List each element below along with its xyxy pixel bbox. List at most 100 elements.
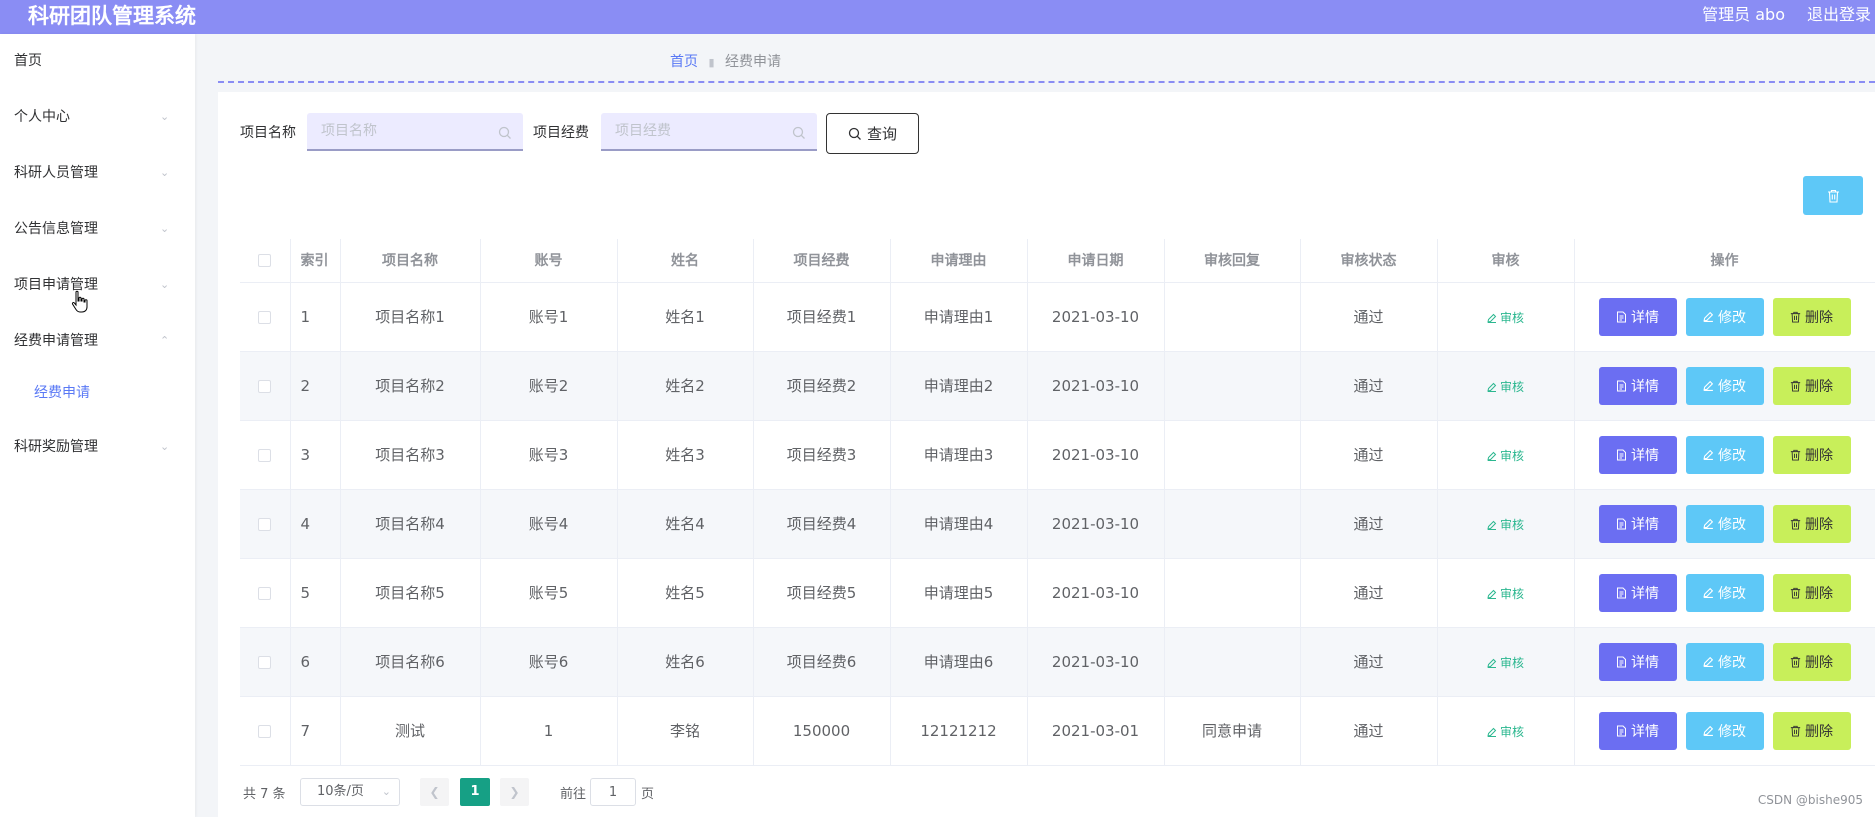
query-button[interactable]: 查询	[826, 113, 919, 154]
delete-button-label: 删除	[1805, 309, 1833, 326]
trash-icon	[1790, 587, 1801, 599]
delete-button[interactable]: 删除	[1772, 573, 1851, 612]
edit-button-label: 修改	[1718, 447, 1746, 464]
delete-button[interactable]: 删除	[1772, 435, 1851, 474]
edit-pen-icon	[1703, 656, 1714, 667]
detail-button[interactable]: 详情	[1598, 642, 1677, 681]
page-number-current[interactable]: 1	[460, 778, 490, 806]
edit-button[interactable]: 修改	[1685, 366, 1764, 405]
row-checkbox[interactable]	[258, 448, 272, 462]
detail-button-label: 详情	[1631, 723, 1659, 740]
watermark: CSDN @bishe905	[1757, 793, 1863, 807]
trash-icon	[1827, 189, 1839, 203]
cell-name: 姓名3	[617, 420, 754, 490]
search-icon	[792, 126, 805, 139]
breadcrumb-separator-icon: ▮	[708, 56, 715, 69]
project-funds-label: 项目经费	[533, 125, 589, 141]
edit-button-label: 修改	[1718, 654, 1746, 671]
pagination-total: 共 7 条	[243, 787, 286, 802]
audit-link[interactable]: 审核	[1487, 656, 1524, 670]
logout-link[interactable]: 退出登录	[1807, 4, 1871, 26]
sidebar-item-researcher-management[interactable]: 科研人员管理 ⌄	[0, 153, 195, 193]
edit-button[interactable]: 修改	[1685, 573, 1764, 612]
sidebar-item-award-management[interactable]: 科研奖励管理 ⌄	[0, 427, 195, 467]
audit-link[interactable]: 审核	[1487, 449, 1524, 463]
audit-link-label: 审核	[1499, 586, 1524, 601]
row-checkbox[interactable]	[258, 586, 272, 600]
top-header: 科研团队管理系统 管理员 abo 退出登录	[0, 0, 1875, 34]
detail-button[interactable]: 详情	[1598, 366, 1677, 405]
cell-project-name: 测试	[340, 696, 481, 766]
sidebar-item-home[interactable]: 首页	[0, 41, 195, 81]
sidebar-item-notice-management[interactable]: 公告信息管理 ⌄	[0, 209, 195, 249]
audit-link-label: 审核	[1499, 655, 1524, 670]
detail-button[interactable]: 详情	[1598, 504, 1677, 543]
cell-name: 姓名6	[617, 627, 754, 697]
sidebar-item-personal-center[interactable]: 个人中心 ⌄	[0, 97, 195, 137]
row-checkbox[interactable]	[258, 517, 272, 531]
audit-link[interactable]: 审核	[1487, 725, 1524, 739]
breadcrumb-current: 经费申请	[724, 54, 781, 70]
page-size-select[interactable]: 10条/页 ⌄	[300, 778, 400, 806]
audit-link[interactable]: 审核	[1487, 311, 1524, 325]
sidebar-item-project-application[interactable]: 项目申请管理 ⌄	[0, 265, 195, 305]
delete-button[interactable]: 删除	[1772, 366, 1851, 405]
cell-project-funds: 项目经费5	[753, 558, 891, 628]
edit-pen-icon	[1487, 727, 1497, 737]
cell-audit-reply	[1164, 627, 1301, 697]
delete-button[interactable]: 删除	[1772, 711, 1851, 750]
detail-button[interactable]: 详情	[1598, 435, 1677, 474]
column-header-name: 姓名	[617, 239, 754, 283]
edit-button[interactable]: 修改	[1685, 504, 1764, 543]
batch-delete-button[interactable]	[1803, 176, 1863, 215]
edit-pen-icon	[1703, 587, 1714, 598]
cell-audit-status: 通过	[1300, 351, 1438, 421]
delete-button-label: 删除	[1805, 378, 1833, 395]
project-name-input[interactable]	[307, 113, 523, 151]
detail-button[interactable]: 详情	[1598, 711, 1677, 750]
audit-link[interactable]: 审核	[1487, 518, 1524, 532]
project-funds-input[interactable]	[601, 113, 817, 151]
cell-account: 账号2	[480, 351, 618, 421]
row-checkbox[interactable]	[258, 379, 272, 393]
project-name-label: 项目名称	[240, 125, 296, 141]
cell-audit-reply	[1164, 558, 1301, 628]
chevron-down-icon: ⌄	[160, 110, 170, 123]
row-checkbox[interactable]	[258, 724, 272, 738]
row-checkbox[interactable]	[258, 655, 272, 669]
cell-project-funds: 项目经费1	[753, 282, 891, 352]
detail-button-label: 详情	[1631, 516, 1659, 533]
delete-button[interactable]: 删除	[1772, 504, 1851, 543]
sidebar-subitem-funds-application[interactable]: 经费申请	[0, 373, 195, 413]
cell-actions: 详情 修改 删除	[1574, 489, 1875, 559]
table-row: 3 项目名称3 账号3 姓名3 项目经费3 申请理由3 2021-03-10 通…	[240, 420, 1875, 490]
cell-audit-reply	[1164, 420, 1301, 490]
prev-page-button[interactable]: ❮	[420, 778, 449, 806]
edit-button[interactable]: 修改	[1685, 435, 1764, 474]
detail-button[interactable]: 详情	[1598, 297, 1677, 336]
sidebar-item-funds-application[interactable]: 经费申请管理 ⌃	[0, 321, 195, 361]
goto-page-input[interactable]	[590, 778, 636, 806]
next-page-button[interactable]: ❯	[500, 778, 529, 806]
cell-audit-reply	[1164, 282, 1301, 352]
breadcrumb-home-link[interactable]: 首页	[670, 54, 698, 70]
cell-audit-reply	[1164, 351, 1301, 421]
delete-button[interactable]: 删除	[1772, 297, 1851, 336]
sidebar-item-label: 个人中心	[14, 109, 70, 125]
select-all-checkbox[interactable]	[258, 253, 272, 267]
delete-button[interactable]: 删除	[1772, 642, 1851, 681]
edit-button-label: 修改	[1718, 516, 1746, 533]
cell-actions: 详情 修改 删除	[1574, 627, 1875, 697]
current-user: 管理员 abo	[1702, 5, 1785, 24]
edit-button[interactable]: 修改	[1685, 711, 1764, 750]
edit-button[interactable]: 修改	[1685, 642, 1764, 681]
edit-pen-icon	[1487, 520, 1497, 530]
detail-button[interactable]: 详情	[1598, 573, 1677, 612]
audit-link[interactable]: 审核	[1487, 380, 1524, 394]
edit-button[interactable]: 修改	[1685, 297, 1764, 336]
audit-link[interactable]: 审核	[1487, 587, 1524, 601]
cell-project-name: 项目名称3	[340, 420, 481, 490]
cell-actions: 详情 修改 删除	[1574, 351, 1875, 421]
row-checkbox[interactable]	[258, 310, 272, 324]
column-header-index: 索引	[290, 239, 341, 283]
